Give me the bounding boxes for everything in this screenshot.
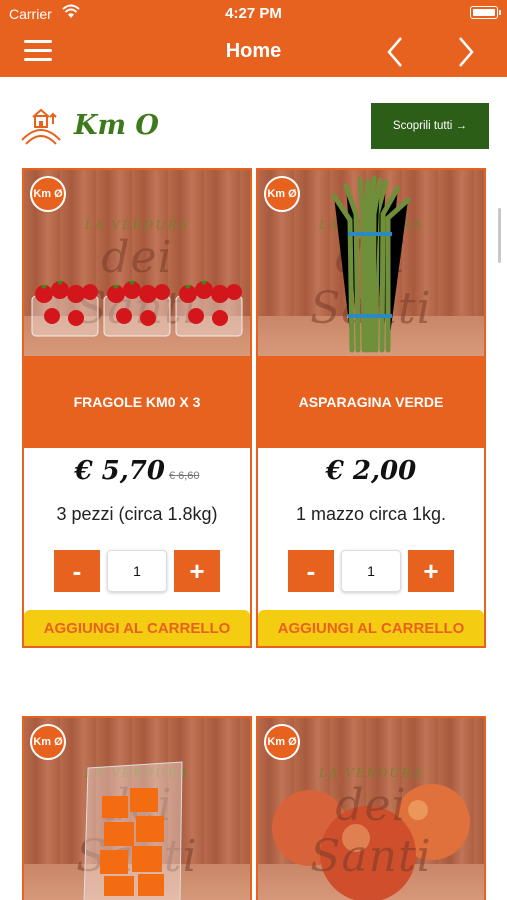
product-card: LA VERDURA dei Santi Km Ø ASPARAGINA VER… [256,168,486,648]
price-row: € 5,70 € 6,60 [24,456,250,486]
section-title: Km O [74,110,159,141]
add-to-cart-button[interactable]: AGGIUNGI AL CARRELLO [258,610,484,646]
clock: 4:27 PM [225,5,282,22]
asparagus-image [331,175,411,353]
decrease-quantity-button[interactable]: - [288,550,334,592]
quantity-input[interactable] [107,550,167,592]
product-image[interactable]: LA VERDURA dei Santi Km Ø [258,170,484,356]
quantity-input[interactable] [341,550,401,592]
status-bar: Carrier 4:27 PM [0,0,507,28]
product-name-band: ASPARAGINA VERDE [258,356,484,448]
product-description: 3 pezzi (circa 1.8kg) [56,504,218,524]
scrollbar[interactable] [498,208,501,263]
section-header: Km O Scoprili tutti → [0,100,507,152]
product-name[interactable]: FRAGOLE KM0 X 3 [47,394,227,411]
km0-badge: Km Ø [30,176,66,212]
page-title: Home [225,40,282,62]
chevron-left-icon[interactable] [381,35,411,69]
battery-icon [470,6,501,19]
km0-badge: Km Ø [264,176,300,212]
decrease-quantity-button[interactable]: - [54,550,100,592]
km0-badge: Km Ø [30,724,66,760]
chevron-right-icon[interactable] [450,35,480,69]
km0-badge: Km Ø [264,724,300,760]
discover-all-button[interactable]: Scoprili tutti → [371,103,489,149]
quantity-stepper: - + [54,550,220,592]
product-image[interactable]: LA VERDURA dei Santi Km Ø [24,170,250,356]
strawberries-image [31,281,243,337]
farm-icon [20,106,62,146]
product-name[interactable]: ASPARAGINA VERDE [281,394,461,411]
product-image[interactable]: LA VERDURA dei Santi Km Ø [258,718,484,900]
old-price: € 6,60 [168,470,200,482]
watermark-main: dei Santi [310,780,432,882]
add-to-cart-button[interactable]: AGGIUNGI AL CARRELLO [24,610,250,646]
product-name-band: FRAGOLE KM0 X 3 [24,356,250,448]
pumpkin-bag-image [83,761,183,900]
product-card: LA VERDURA dei Santi Km Ø FRAGOLE [22,168,252,648]
product-price: € 2,00 [325,456,417,486]
quantity-stepper: - + [288,550,454,592]
price-row: € 2,00 [258,456,484,486]
watermark-top: LA VERDURA [84,218,190,232]
top-bar: Carrier 4:27 PM Home [0,0,507,77]
watermark-top: LA VERDURA [318,766,424,780]
increase-quantity-button[interactable]: + [174,550,220,592]
nav-bar: Home [0,28,507,77]
product-image[interactable]: LA VERDURA dei Santi Km Ø [24,718,250,900]
increase-quantity-button[interactable]: + [408,550,454,592]
product-card: LA VERDURA dei Santi Km Ø [22,716,252,900]
product-price: € 5,70 [74,456,165,486]
brand-watermark: LA VERDURA dei Santi [268,766,474,882]
product-description: 1 mazzo circa 1kg. [295,504,447,524]
product-card: LA VERDURA dei Santi Km Ø [256,716,486,900]
